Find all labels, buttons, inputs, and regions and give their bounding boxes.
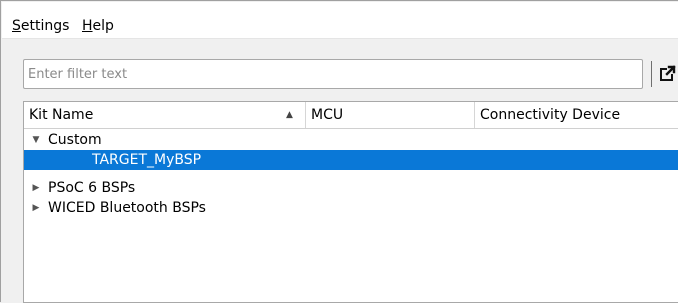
tree-row-label: Custom xyxy=(48,132,102,148)
export-icon xyxy=(660,65,676,81)
sort-ascending-icon: ▲ xyxy=(286,110,293,120)
menu-settings[interactable]: Settings xyxy=(12,17,69,35)
tree-row-wiced-bluetooth-bsps[interactable]: ▶ WICED Bluetooth BSPs xyxy=(24,198,678,218)
column-mcu-label: MCU xyxy=(311,107,344,123)
menu-settings-mnemonic: S xyxy=(12,18,21,34)
tree-row-label: WICED Bluetooth BSPs xyxy=(48,200,206,216)
column-kit-name-label: Kit Name xyxy=(29,107,94,123)
column-header-connectivity-device[interactable]: Connectivity Device xyxy=(475,102,678,128)
menu-bar: Settings Help xyxy=(2,2,678,39)
column-connectivity-label: Connectivity Device xyxy=(480,107,621,123)
menu-settings-rest: ettings xyxy=(20,18,70,34)
collapsed-arrow-icon[interactable]: ▶ xyxy=(30,198,42,218)
tree-row-label: PSoC 6 BSPs xyxy=(48,180,136,196)
menu-help-mnemonic: H xyxy=(82,18,93,34)
column-header-mcu[interactable]: MCU xyxy=(306,102,475,128)
filter-input[interactable] xyxy=(23,59,643,89)
tree-row-label: TARGET_MyBSP xyxy=(92,152,202,168)
menu-help-rest: elp xyxy=(92,18,114,34)
tree-header: Kit Name ▲ MCU Connectivity Device xyxy=(24,102,678,129)
expanded-arrow-icon[interactable]: ▼ xyxy=(30,130,42,150)
kit-tree[interactable]: Kit Name ▲ MCU Connectivity Device ▼ Cus… xyxy=(23,101,678,303)
tree-row-custom[interactable]: ▼ Custom xyxy=(24,130,678,150)
tree-row-target-mybsp[interactable]: TARGET_MyBSP xyxy=(24,150,678,170)
menu-help[interactable]: Help xyxy=(82,17,114,35)
collapsed-arrow-icon[interactable]: ▶ xyxy=(30,178,42,198)
export-button[interactable] xyxy=(651,61,678,87)
app-window: Settings Help Kit Name ▲ MCU Connectivit… xyxy=(0,0,678,303)
tree-row-psoc6-bsps[interactable]: ▶ PSoC 6 BSPs xyxy=(24,178,678,198)
column-header-kit-name[interactable]: Kit Name ▲ xyxy=(24,102,306,128)
